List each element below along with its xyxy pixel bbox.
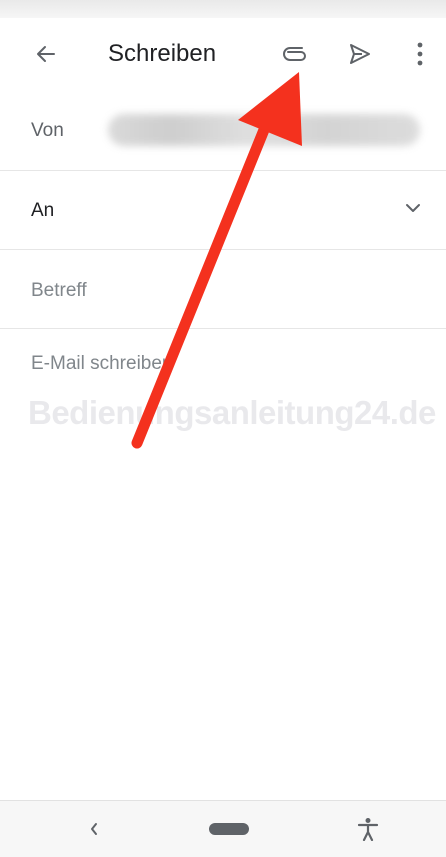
page-title: Schreiben	[108, 40, 217, 67]
back-button[interactable]	[22, 18, 70, 90]
subject-field[interactable]: Betreff	[0, 250, 446, 329]
arrow-left-icon	[37, 46, 55, 62]
expand-recipients-button[interactable]	[398, 193, 428, 223]
from-field[interactable]: Von	[0, 90, 446, 171]
compose-toolbar: Schreiben	[0, 18, 446, 90]
paperclip-icon	[283, 47, 306, 61]
from-label: Von	[31, 120, 64, 141]
from-address-blurred	[108, 114, 420, 146]
accessibility-icon	[357, 818, 379, 841]
body-input[interactable]: E-Mail schreiben	[31, 353, 173, 375]
accessibility-button[interactable]	[346, 801, 390, 857]
nav-back-button[interactable]	[72, 801, 116, 857]
more-vertical-icon	[417, 42, 423, 66]
subject-placeholder: Betreff	[31, 280, 87, 301]
home-pill-icon	[209, 823, 249, 835]
to-label: An	[31, 200, 55, 221]
watermark: Bedienungsanleitung24.de	[28, 394, 436, 431]
send-icon	[350, 44, 370, 64]
to-field[interactable]: An	[0, 171, 446, 250]
system-nav-bar	[0, 800, 446, 857]
nav-home-button[interactable]	[200, 801, 258, 857]
more-options-button[interactable]	[398, 18, 442, 90]
status-bar	[0, 0, 446, 18]
attach-button[interactable]	[272, 18, 320, 90]
chevron-down-icon	[406, 204, 420, 212]
chevron-left-icon	[91, 823, 97, 835]
send-button[interactable]	[336, 18, 384, 90]
